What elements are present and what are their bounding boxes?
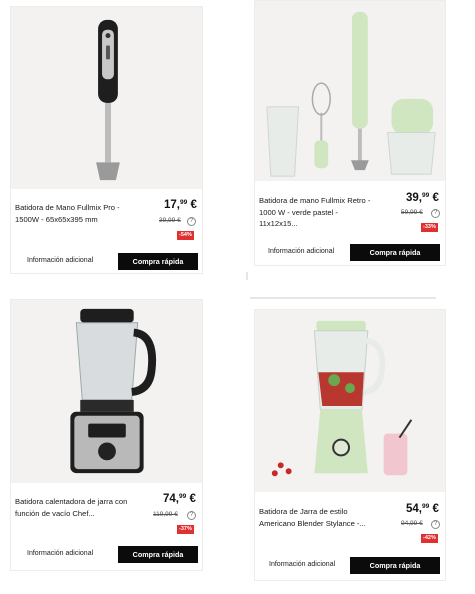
product-card[interactable]: Batidora de mano Fullmix Retro - 1000 W … bbox=[254, 0, 446, 266]
product-card[interactable]: Batidora de Mano Fullmix Pro - 1500W - 6… bbox=[10, 6, 203, 274]
product-price: 39,99 € bbox=[406, 192, 439, 204]
more-info-link[interactable]: Información adicional bbox=[268, 248, 334, 255]
divider bbox=[246, 272, 248, 280]
divider bbox=[250, 297, 436, 299]
more-info-link[interactable]: Información adicional bbox=[27, 257, 93, 264]
more-info-link[interactable]: Información adicional bbox=[269, 561, 335, 568]
quick-buy-button[interactable]: Compra rápida bbox=[350, 244, 440, 261]
old-price: 119,99 € bbox=[153, 511, 178, 518]
heated-jug-blender-icon bbox=[70, 308, 157, 474]
discount-badge: -33% bbox=[421, 223, 438, 232]
quick-buy-button[interactable]: Compra rápida bbox=[350, 557, 440, 574]
price-info-icon[interactable]: ? bbox=[187, 511, 196, 520]
price-info-icon[interactable]: ? bbox=[431, 520, 440, 529]
hand-blender-set-icon bbox=[266, 11, 436, 177]
product-name[interactable]: Batidora calentadora de jarra con funció… bbox=[15, 496, 133, 519]
product-card[interactable]: Batidora de Jarra de estilo Americano Bl… bbox=[254, 309, 446, 581]
old-price: 39,99 € bbox=[159, 217, 181, 224]
product-price: 54,99 € bbox=[406, 503, 439, 515]
jug-blender-icon bbox=[271, 320, 413, 477]
hand-blender-icon bbox=[96, 19, 120, 181]
quick-buy-button[interactable]: Compra rápida bbox=[118, 253, 198, 270]
product-card[interactable]: Batidora calentadora de jarra con funció… bbox=[10, 299, 203, 571]
old-price: 59,99 € bbox=[401, 209, 423, 216]
old-price: 94,99 € bbox=[401, 520, 423, 527]
discount-badge: -54% bbox=[177, 231, 194, 240]
discount-badge: -37% bbox=[177, 525, 194, 534]
product-name[interactable]: Batidora de mano Fullmix Retro - 1000 W … bbox=[259, 195, 377, 230]
price-info-icon[interactable]: ? bbox=[187, 217, 196, 226]
price-info-icon[interactable]: ? bbox=[431, 209, 440, 218]
product-name[interactable]: Batidora de Mano Fullmix Pro - 1500W - 6… bbox=[15, 202, 133, 225]
discount-badge: -42% bbox=[421, 534, 438, 543]
product-image[interactable] bbox=[11, 7, 202, 189]
more-info-link[interactable]: Información adicional bbox=[27, 550, 93, 557]
product-image[interactable] bbox=[255, 1, 445, 181]
quick-buy-button[interactable]: Compra rápida bbox=[118, 546, 198, 563]
product-image[interactable] bbox=[11, 300, 202, 483]
product-price: 17,99 € bbox=[164, 199, 197, 211]
product-price: 74,99 € bbox=[163, 493, 196, 505]
product-image[interactable] bbox=[255, 310, 445, 492]
product-name[interactable]: Batidora de Jarra de estilo Americano Bl… bbox=[259, 506, 377, 529]
